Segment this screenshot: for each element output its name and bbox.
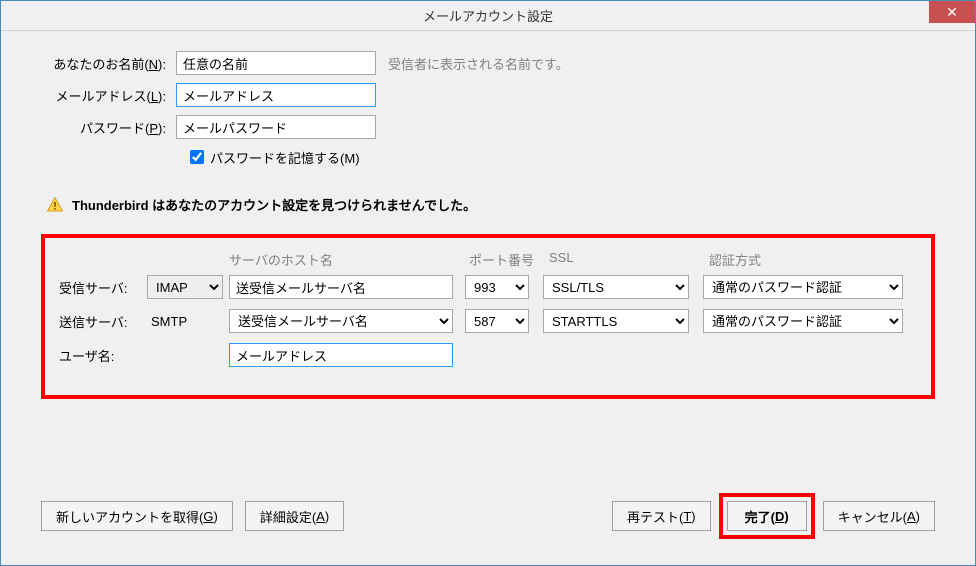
outgoing-label: 送信サーバ:	[59, 312, 147, 331]
incoming-host-input[interactable]	[229, 275, 453, 299]
outgoing-port-select[interactable]: 587	[465, 309, 529, 333]
incoming-protocol-select[interactable]: IMAP	[147, 275, 223, 299]
password-label: パスワード(P):	[41, 118, 176, 137]
header-port: ポート番号	[469, 250, 549, 269]
username-input[interactable]	[229, 343, 453, 367]
header-auth: 認証方式	[709, 250, 909, 269]
name-input[interactable]	[176, 51, 376, 75]
outgoing-auth-select[interactable]: 通常のパスワード認証	[703, 309, 903, 333]
outgoing-host-select[interactable]: 送受信メールサーバ名	[229, 309, 453, 333]
cancel-button[interactable]: キャンセル(A)	[823, 501, 935, 531]
password-input[interactable]	[176, 115, 376, 139]
email-input[interactable]	[176, 83, 376, 107]
window-title: メールアカウント設定	[423, 6, 553, 25]
advanced-settings-button[interactable]: 詳細設定(A)	[245, 501, 344, 531]
header-host: サーバのホスト名	[229, 250, 469, 269]
titlebar: メールアカウント設定 ✕	[1, 1, 975, 31]
name-hint: 受信者に表示される名前です。	[388, 54, 569, 73]
new-account-button[interactable]: 新しいアカウントを取得(G)	[41, 501, 233, 531]
incoming-label: 受信サーバ:	[59, 278, 147, 297]
username-label: ユーザ名:	[59, 346, 147, 365]
outgoing-ssl-select[interactable]: STARTTLS	[543, 309, 689, 333]
incoming-auth-select[interactable]: 通常のパスワード認証	[703, 275, 903, 299]
remember-password-checkbox[interactable]	[190, 150, 204, 164]
email-label: メールアドレス(L):	[41, 86, 176, 105]
button-bar: 新しいアカウントを取得(G) 詳細設定(A) 再テスト(T) 完了(D) キャン…	[41, 493, 935, 539]
name-label: あなたのお名前(N):	[41, 54, 176, 73]
incoming-port-select[interactable]: 993	[465, 275, 529, 299]
header-ssl: SSL	[549, 250, 709, 269]
warning-text: Thunderbird はあなたのアカウント設定を見つけられませんでした。	[72, 195, 476, 214]
done-highlight: 完了(D)	[719, 493, 815, 539]
server-settings-highlight: サーバのホスト名 ポート番号 SSL 認証方式 受信サーバ: IMAP 993 …	[41, 234, 935, 399]
warning-icon	[46, 196, 64, 214]
close-button[interactable]: ✕	[929, 1, 975, 23]
remember-password-label: パスワードを記憶する(M)	[210, 148, 360, 167]
dialog-content: あなたのお名前(N): 受信者に表示される名前です。 メールアドレス(L): パ…	[1, 31, 975, 419]
outgoing-protocol-text: SMTP	[147, 314, 223, 329]
retest-button[interactable]: 再テスト(T)	[612, 501, 711, 531]
done-button[interactable]: 完了(D)	[727, 501, 807, 531]
close-icon: ✕	[946, 4, 958, 21]
incoming-ssl-select[interactable]: SSL/TLS	[543, 275, 689, 299]
dialog-window: メールアカウント設定 ✕ あなたのお名前(N): 受信者に表示される名前です。 …	[0, 0, 976, 566]
